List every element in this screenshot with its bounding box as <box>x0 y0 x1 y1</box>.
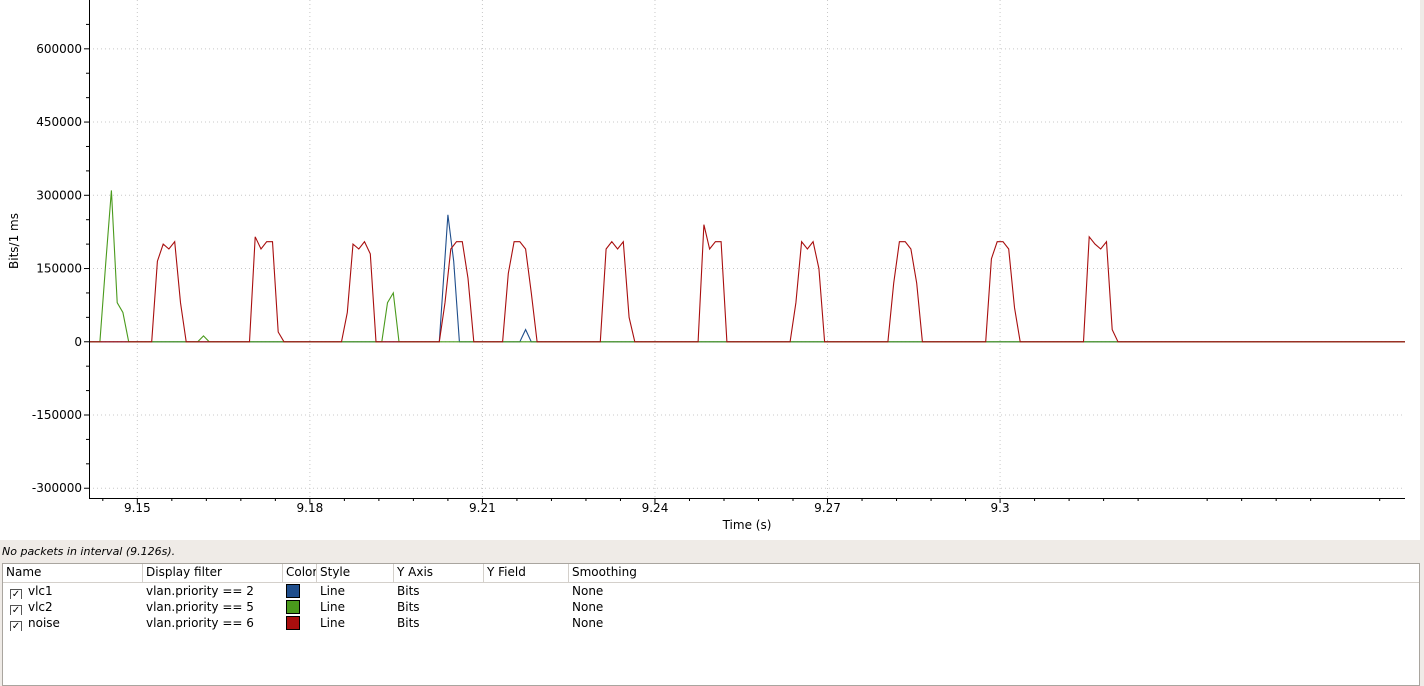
table-row[interactable]: ✓ noise vlan.priority == 6 Line Bits None <box>3 615 1419 631</box>
x-tick-label: 9.18 <box>297 501 324 515</box>
enable-checkbox[interactable]: ✓ <box>10 605 22 615</box>
header-display-filter[interactable]: Display filter <box>143 564 283 582</box>
enable-checkbox[interactable]: ✓ <box>10 621 22 631</box>
y-tick-label: 600000 <box>36 42 82 56</box>
header-style[interactable]: Style <box>317 564 394 582</box>
x-axis-title: Time (s) <box>722 518 772 532</box>
table-header: Name Display filter Color Style Y Axis Y… <box>3 564 1419 583</box>
y-field-cell[interactable] <box>484 615 569 631</box>
display-filter-cell[interactable]: vlan.priority == 6 <box>143 615 283 631</box>
display-filter-cell[interactable]: vlan.priority == 5 <box>143 599 283 615</box>
smoothing-cell[interactable]: None <box>569 615 769 631</box>
smoothing-cell[interactable]: None <box>569 583 769 599</box>
color-swatch[interactable] <box>286 600 300 614</box>
y-tick-label: -150000 <box>32 408 82 422</box>
grid-lines <box>89 0 1405 498</box>
y-field-cell[interactable] <box>484 583 569 599</box>
x-tick-label: 9.3 <box>991 501 1010 515</box>
table-row[interactable]: ✓ vlc2 vlan.priority == 5 Line Bits None <box>3 599 1419 615</box>
header-smoothing[interactable]: Smoothing <box>569 564 769 582</box>
header-y-field[interactable]: Y Field <box>484 564 569 582</box>
header-name[interactable]: Name <box>3 564 143 582</box>
y-tick-label: -300000 <box>32 481 82 495</box>
y-axis-cell[interactable]: Bits <box>394 615 484 631</box>
y-tick-label: 450000 <box>36 115 82 129</box>
io-graph-chart[interactable]: -300000 -150000 0 150000 300000 450000 600000 9… <box>0 0 1420 540</box>
color-swatch[interactable] <box>286 584 300 598</box>
x-tick-label: 9.21 <box>469 501 496 515</box>
y-field-cell[interactable] <box>484 599 569 615</box>
y-tick-label: 300000 <box>36 188 82 202</box>
enable-checkbox[interactable]: ✓ <box>10 589 22 599</box>
series-line-vlc2 <box>89 190 1405 343</box>
series-lines <box>89 190 1405 343</box>
smoothing-cell[interactable]: None <box>569 599 769 615</box>
style-cell[interactable]: Line <box>317 583 394 599</box>
graph-name: vlc2 <box>28 600 53 614</box>
x-tick-label: 9.15 <box>124 501 151 515</box>
graph-name: vlc1 <box>28 584 53 598</box>
y-axis-cell[interactable]: Bits <box>394 599 484 615</box>
y-axis-cell[interactable]: Bits <box>394 583 484 599</box>
x-tick-label: 9.24 <box>642 501 669 515</box>
header-color[interactable]: Color <box>283 564 317 582</box>
table-row[interactable]: ✓ vlc1 vlan.priority == 2 Line Bits None <box>3 583 1419 599</box>
display-filter-cell[interactable]: vlan.priority == 2 <box>143 583 283 599</box>
y-tick-label: 0 <box>74 335 82 349</box>
io-graph-plot[interactable]: -300000 -150000 0 150000 300000 450000 600000 9… <box>0 0 1420 540</box>
color-swatch[interactable] <box>286 616 300 630</box>
style-cell[interactable]: Line <box>317 615 394 631</box>
graph-table: Name Display filter Color Style Y Axis Y… <box>2 563 1420 686</box>
style-cell[interactable]: Line <box>317 599 394 615</box>
status-hint: No packets in interval (9.126s). <box>2 545 176 558</box>
x-tick-label: 9.27 <box>814 501 841 515</box>
y-tick-label: 150000 <box>36 262 82 276</box>
graph-name: noise <box>28 616 60 630</box>
y-axis-title: Bits/1 ms <box>7 213 21 269</box>
series-line-noise <box>89 224 1405 343</box>
header-y-axis[interactable]: Y Axis <box>394 564 484 582</box>
axes: -300000 -150000 0 150000 300000 450000 600000 9… <box>32 0 1405 515</box>
series-line-vlc1 <box>89 214 1405 343</box>
